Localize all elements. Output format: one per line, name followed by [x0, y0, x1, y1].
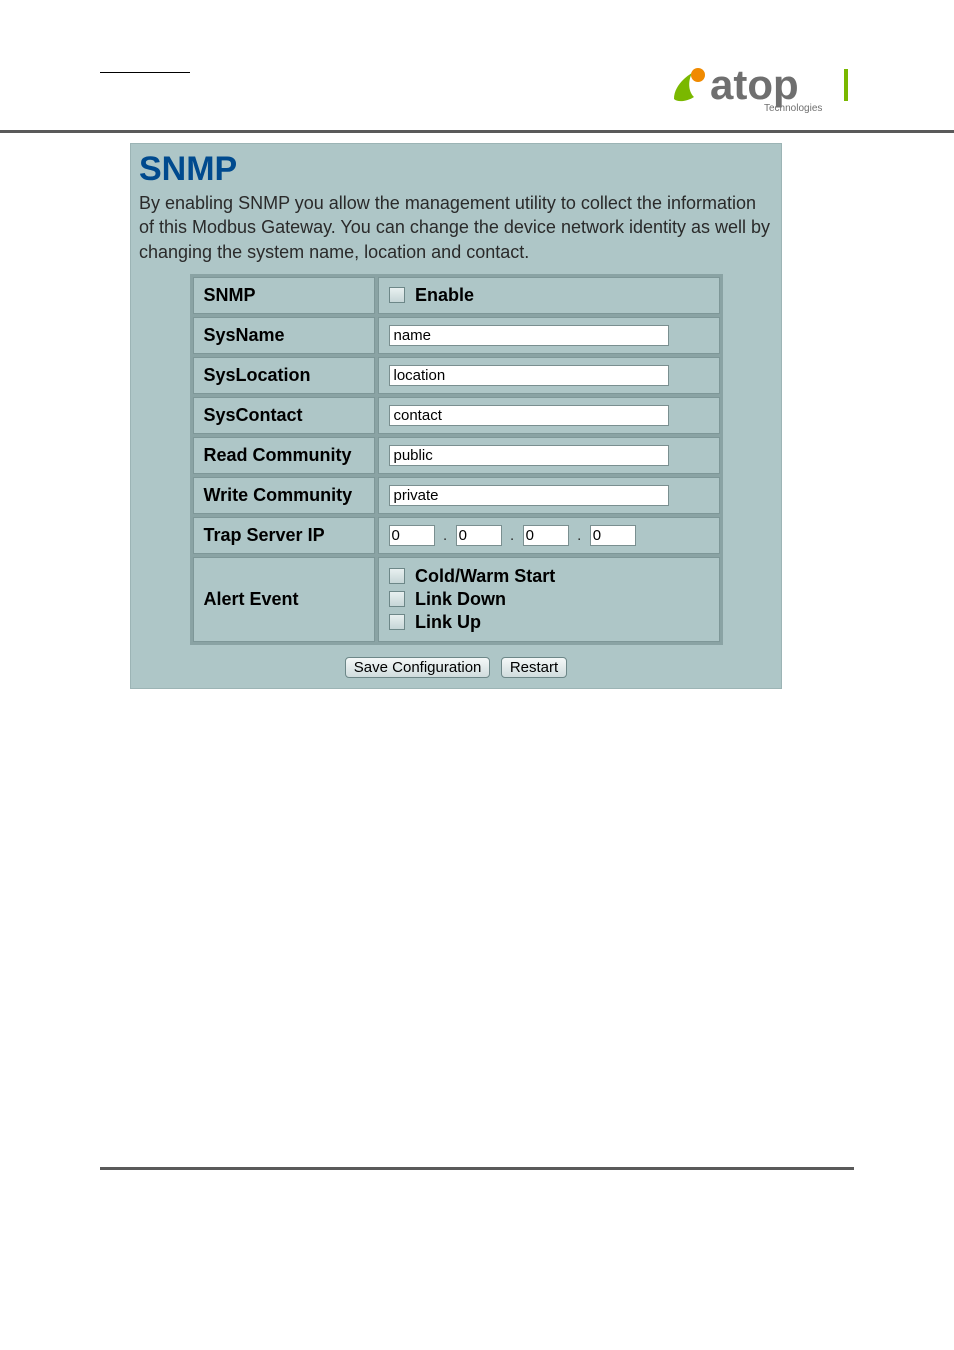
row-readcommunity: Read Community	[193, 437, 720, 474]
input-syscontact[interactable]	[389, 405, 669, 426]
checkbox-alert-linkdown-label: Link Down	[415, 589, 506, 609]
header-short-rule	[100, 72, 190, 73]
input-trapip-oct1[interactable]	[389, 525, 435, 546]
button-row: Save Configuration Restart	[131, 645, 781, 678]
row-trapserverip: Trap Server IP . . .	[193, 517, 720, 554]
checkbox-alert-linkup[interactable]	[389, 614, 405, 630]
ip-dot: .	[573, 527, 585, 544]
checkbox-alert-coldwarm-label: Cold/Warm Start	[415, 566, 555, 586]
checkbox-alert-coldwarm[interactable]	[389, 568, 405, 584]
snmp-form-table: SNMP Enable SysName SysLocation SysConta…	[190, 274, 723, 645]
page-description: By enabling SNMP you allow the managemen…	[131, 191, 781, 274]
checkbox-alert-linkdown[interactable]	[389, 591, 405, 607]
row-syslocation: SysLocation	[193, 357, 720, 394]
input-syslocation[interactable]	[389, 365, 669, 386]
row-sysname: SysName	[193, 317, 720, 354]
row-alertevent: Alert Event Cold/Warm Start Link Down	[193, 557, 720, 642]
brand-sub: Technologies	[764, 103, 822, 114]
input-writecommunity[interactable]	[389, 485, 669, 506]
label-syslocation: SysLocation	[193, 357, 375, 394]
label-readcommunity: Read Community	[193, 437, 375, 474]
brand-logo: atop Technologies	[664, 55, 854, 117]
ip-dot: .	[439, 527, 451, 544]
save-configuration-button[interactable]: Save Configuration	[345, 657, 491, 678]
input-readcommunity[interactable]	[389, 445, 669, 466]
input-trapip-oct2[interactable]	[456, 525, 502, 546]
checkbox-snmp-enable[interactable]	[389, 287, 405, 303]
brand-text: atop	[710, 61, 799, 108]
page-title: SNMP	[131, 144, 781, 191]
label-syscontact: SysContact	[193, 397, 375, 434]
snmp-panel: SNMP By enabling SNMP you allow the mana…	[130, 143, 782, 689]
input-sysname[interactable]	[389, 325, 669, 346]
row-snmp-enable: SNMP Enable	[193, 277, 720, 314]
checkbox-alert-linkup-label: Link Up	[415, 612, 481, 632]
label-snmp: SNMP	[193, 277, 375, 314]
ip-dot: .	[506, 527, 518, 544]
label-alertevent: Alert Event	[193, 557, 375, 642]
label-writecommunity: Write Community	[193, 477, 375, 514]
restart-button[interactable]: Restart	[501, 657, 567, 678]
label-trapserverip: Trap Server IP	[193, 517, 375, 554]
input-trapip-oct3[interactable]	[523, 525, 569, 546]
row-syscontact: SysContact	[193, 397, 720, 434]
label-sysname: SysName	[193, 317, 375, 354]
input-trapip-oct4[interactable]	[590, 525, 636, 546]
page-footer-rule	[100, 1167, 854, 1170]
page-header: atop Technologies	[0, 0, 954, 133]
row-writecommunity: Write Community	[193, 477, 720, 514]
checkbox-snmp-enable-label: Enable	[415, 285, 474, 305]
